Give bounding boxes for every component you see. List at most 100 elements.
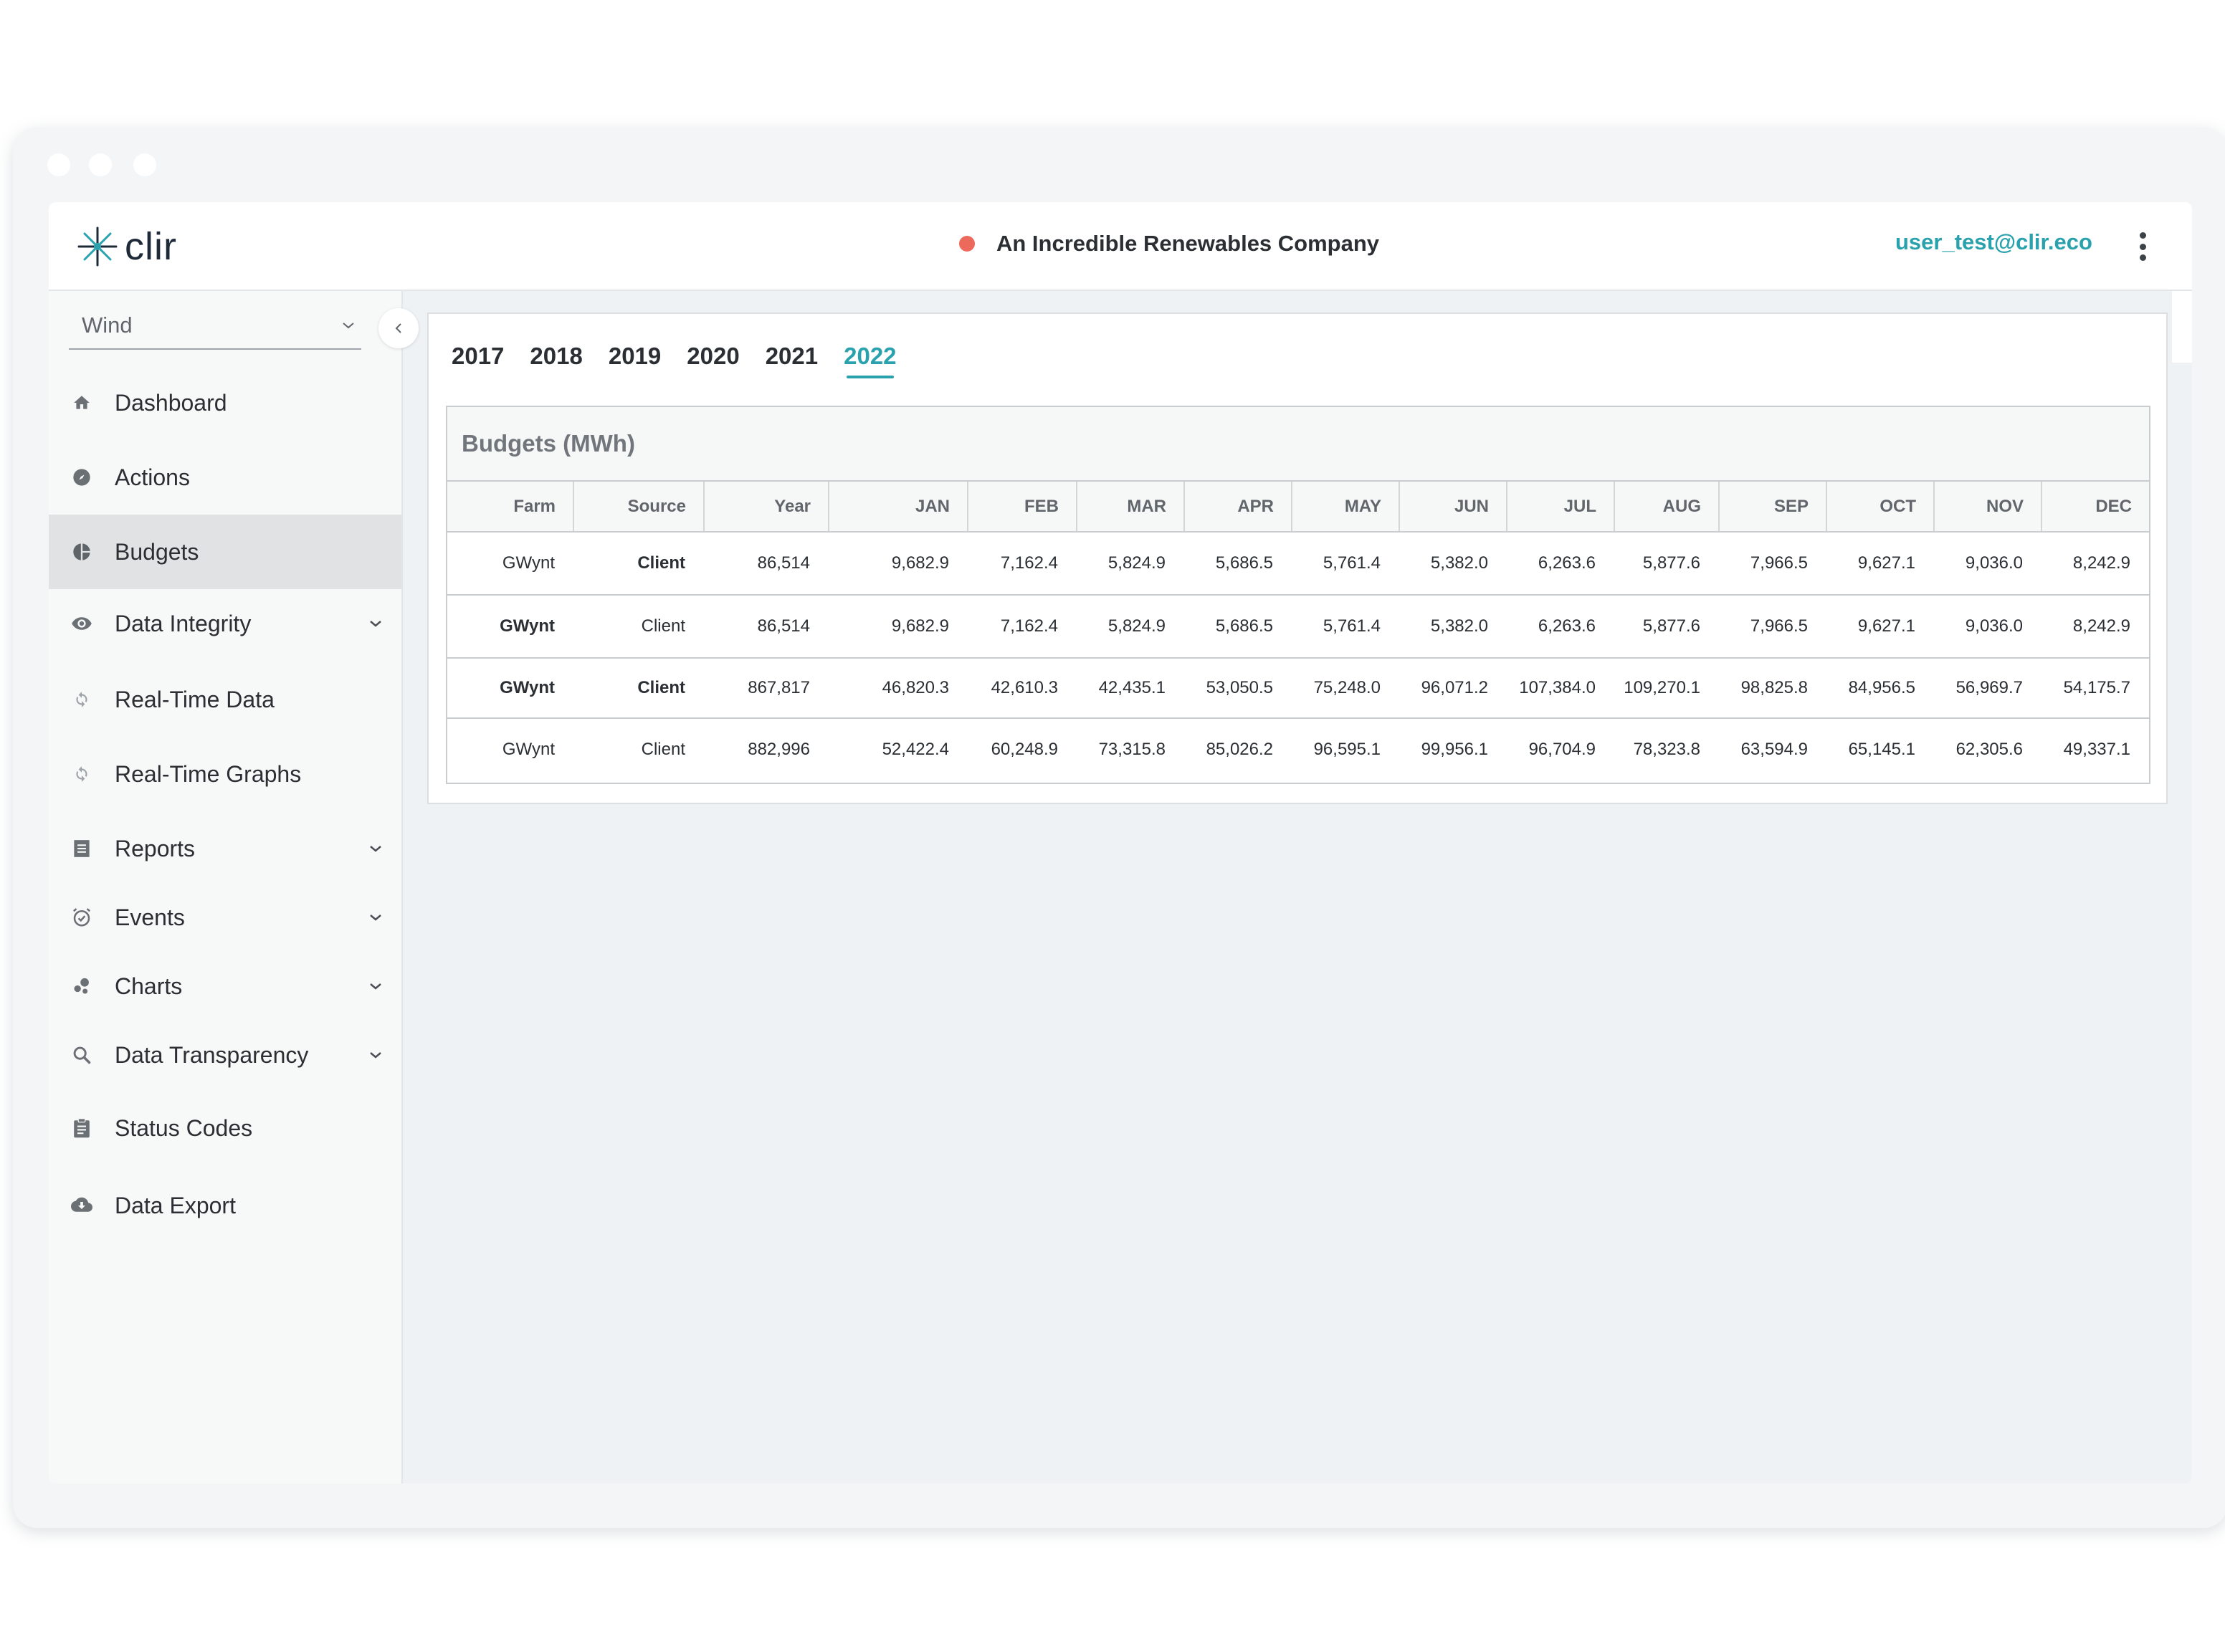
column-header[interactable]: MAY [1292,482,1400,533]
tab-2021[interactable]: 2021 [766,343,818,378]
column-header[interactable]: APR [1184,482,1292,533]
asset-type-value: Wind [82,312,133,338]
column-header[interactable]: JUN [1399,482,1507,533]
refresh-icon [69,687,95,712]
table-cell: Client [573,658,704,719]
table-cell: 109,270.1 [1614,658,1719,719]
window-maximize-dot[interactable] [133,153,156,176]
table-cell: 8,242.9 [2041,595,2149,659]
sidebar-item-budgets[interactable]: Budgets [49,515,401,589]
column-header[interactable]: SEP [1719,482,1827,533]
window-close-dot[interactable] [47,153,70,176]
column-header[interactable]: DEC [2041,482,2149,533]
column-header[interactable]: JUL [1507,482,1615,533]
tab-2022[interactable]: 2022 [844,343,897,378]
table-cell: 5,824.9 [1077,532,1184,596]
sidebar: Wind Dashboard Actions Budgets Data Inte… [49,291,419,1484]
table-cell: GWynt [447,658,573,719]
table-cell: 7,966.5 [1719,532,1826,596]
column-header[interactable]: MAR [1077,482,1185,533]
table-cell: 867,817 [704,658,829,719]
window-minimize-dot[interactable] [89,153,112,176]
table-cell: 78,323.8 [1633,739,1700,759]
budgets-table: Farm Source Year JAN FEB MAR APR MAY JUN… [447,482,2149,780]
sidebar-item-data-export[interactable]: Data Export [49,1168,401,1243]
table-cell: 5,877.6 [1614,532,1719,596]
table-cell: 6,263.6 [1507,595,1614,659]
top-bar: clir An Incredible Renewables Company us… [49,202,2192,291]
compass-icon [69,464,95,490]
table-cell: 56,969.7 [1934,658,2041,719]
sidebar-item-real-time-graphs[interactable]: Real-Time Graphs [49,737,401,811]
more-vertical-icon[interactable] [2132,232,2153,261]
table-cell: 107,384.0 [1507,658,1614,719]
table-row[interactable]: GWynt Client 86,514 9,682.9 7,162.4 5,82… [447,532,2149,596]
column-header[interactable]: Source [573,482,705,533]
column-header[interactable]: NOV [1934,482,2042,533]
tab-2017[interactable]: 2017 [452,343,504,378]
table-row[interactable]: GWynt Client 867,817 46,820.3 42,610.3 4… [447,658,2149,719]
sidebar-item-data-transparency[interactable]: Data Transparency [49,1018,401,1092]
table-cell: 86,514 [704,595,829,659]
table-cell: 96,704.9 [1528,739,1596,759]
user-email[interactable]: user_test@clir.eco [1895,229,2092,255]
table-cell: 5,761.4 [1292,595,1399,659]
column-header[interactable]: AUG [1614,482,1720,533]
sidebar-item-real-time-data[interactable]: Real-Time Data [49,662,401,737]
table-cell: 62,305.6 [1955,739,2023,759]
logo[interactable]: clir [75,218,177,275]
table-cell: 73,315.8 [1098,739,1166,759]
table-cell: 5,877.6 [1614,595,1719,659]
sidebar-item-data-integrity[interactable]: Data Integrity [49,586,401,661]
column-header[interactable]: JAN [829,482,968,533]
app-window: clir An Incredible Renewables Company us… [49,202,2192,1484]
column-header[interactable]: OCT [1826,482,1935,533]
asset-type-select[interactable]: Wind [69,302,361,350]
table-cell: 75,248.0 [1292,658,1399,719]
chevron-down-icon [363,1042,389,1068]
table-cell: 9,036.0 [1934,595,2041,659]
table-cell: 5,686.5 [1184,595,1292,659]
table-cell: 53,050.5 [1184,658,1292,719]
sidebar-item-reports[interactable]: Reports [49,811,401,886]
sidebar-item-label: Charts [115,973,183,999]
tab-2020[interactable]: 2020 [687,343,739,378]
bubble-chart-icon [69,973,95,999]
sidebar-item-charts[interactable]: Charts [49,949,401,1023]
table-cell: 96,595.1 [1313,739,1381,759]
search-icon [69,1042,95,1068]
home-icon [69,390,95,416]
table-cell: Client [573,532,704,596]
collapse-sidebar-button[interactable] [378,308,419,348]
table-cell: 96,071.2 [1399,658,1507,719]
table-cell: 8,242.9 [2041,532,2149,596]
sidebar-item-label: Reports [115,835,196,861]
table-header-row: Farm Source Year JAN FEB MAR APR MAY JUN… [447,482,2149,533]
column-header[interactable]: FEB [968,482,1077,533]
sidebar-item-label: Real-Time Graphs [115,760,302,787]
table-cell: 42,435.1 [1077,658,1184,719]
table-cell: 5,382.0 [1399,595,1507,659]
sidebar-item-actions[interactable]: Actions [49,440,401,515]
column-header[interactable]: Year [704,482,829,533]
refresh-icon [69,761,95,787]
table-cell: 7,162.4 [968,595,1077,659]
column-header[interactable]: Farm [447,482,574,533]
table-cell: 7,966.5 [1719,595,1826,659]
table-cell: 882,996 [748,739,810,759]
sidebar-item-label: Dashboard [115,389,227,416]
table-row[interactable]: GWynt Client 86,514 9,682.9 7,162.4 5,82… [447,595,2149,659]
sidebar-item-dashboard[interactable]: Dashboard [49,366,401,440]
sidebar-item-events[interactable]: Events [49,880,401,955]
chevron-down-icon [363,836,389,861]
table-cell: 42,610.3 [968,658,1077,719]
alarm-clock-icon [69,904,95,930]
tab-2018[interactable]: 2018 [530,343,582,378]
table-cell: 9,627.1 [1826,532,1934,596]
chevron-down-icon [363,904,389,930]
tab-2019[interactable]: 2019 [609,343,661,378]
table-cell: 84,956.5 [1826,658,1934,719]
sidebar-item-status-codes[interactable]: Status Codes [49,1091,401,1165]
table-row[interactable]: GWynt Client 882,996 52,422.4 60,248.9 7… [447,718,2149,780]
clipboard-icon [69,1115,95,1141]
